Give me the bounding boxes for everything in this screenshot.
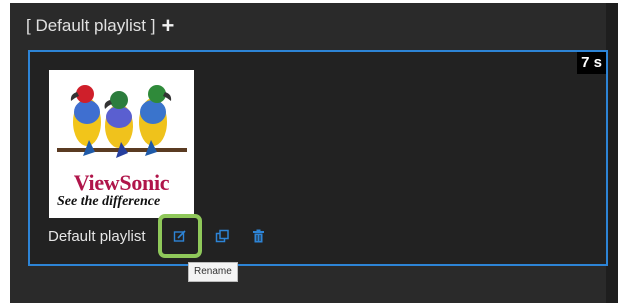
parrots-illustration [57,85,187,158]
playlist-name: Default playlist [48,227,146,245]
playlist-header: [ Default playlist ] + [26,11,174,41]
playlist-thumbnail[interactable]: ViewSonic See the difference [49,70,194,218]
duplicate-icon [215,229,229,242]
playlist-panel: [ Default playlist ] + 7 s ViewSonic See… [10,3,618,303]
playlist-name-row: Default playlist [48,214,270,258]
playlist-card[interactable]: 7 s ViewSonic See the difference Default… [28,50,608,266]
trash-icon [252,229,264,243]
rename-tooltip: Rename [188,262,238,282]
rename-button[interactable] [158,214,202,258]
duplicate-button[interactable] [210,224,234,248]
brand-tagline: See the difference [57,194,161,209]
edit-icon [173,230,186,242]
duration-badge: 7 s [577,52,606,74]
delete-button[interactable] [246,224,270,248]
playlist-title: [ Default playlist ] [26,16,156,35]
brand-logo-text: ViewSonic [73,170,170,195]
plus-icon[interactable]: + [161,15,174,37]
